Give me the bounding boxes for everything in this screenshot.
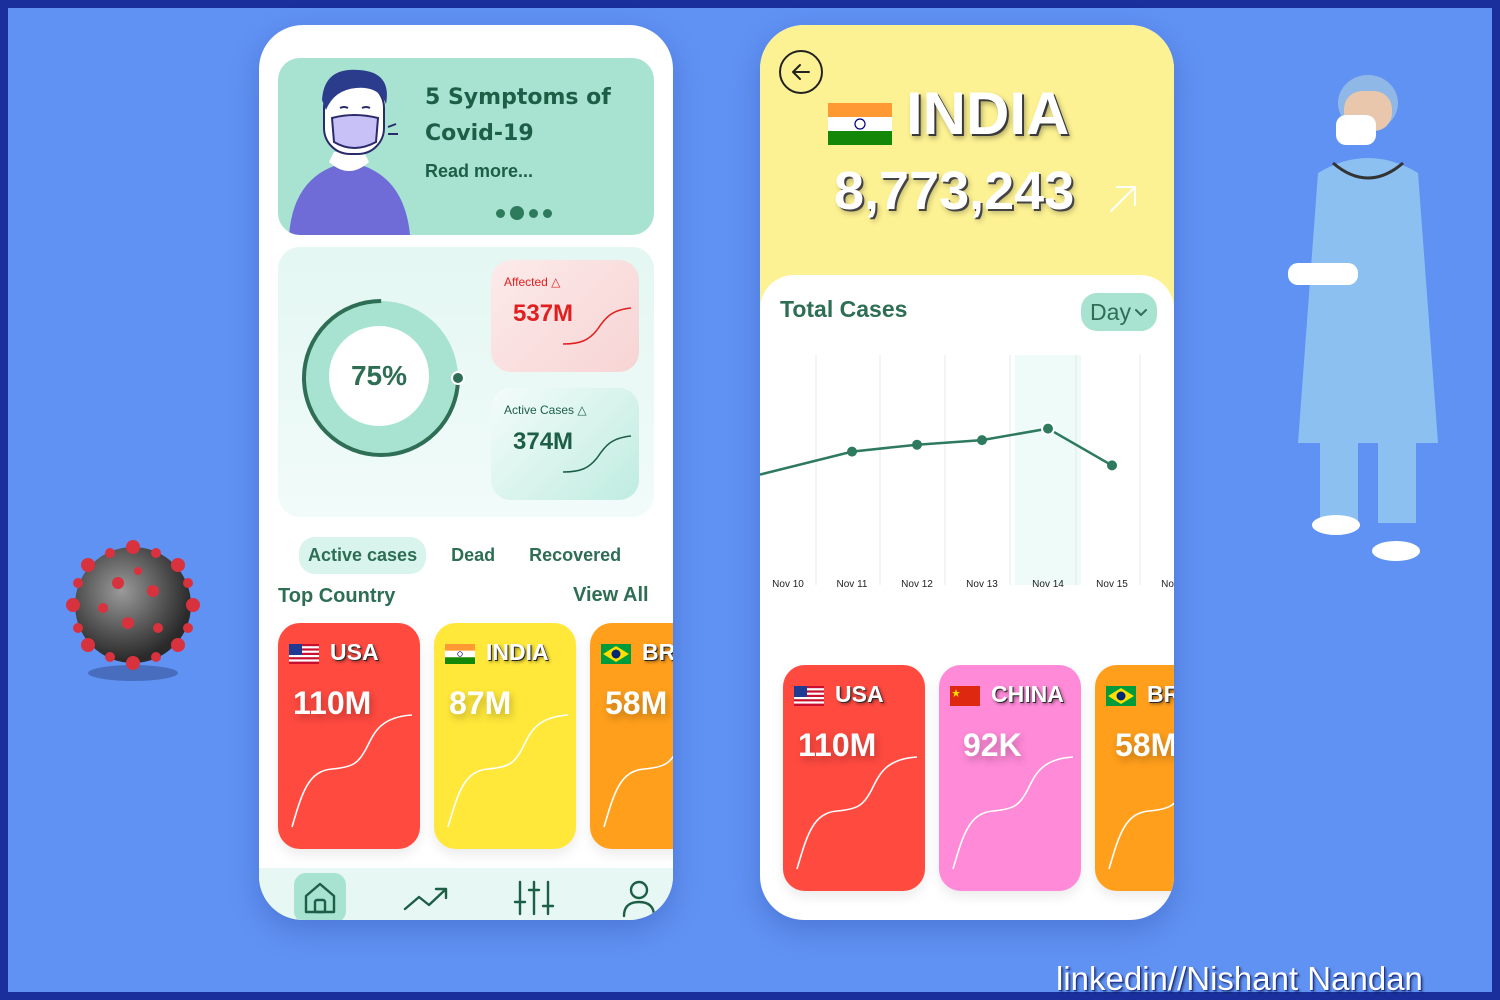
country-sparkline [603, 755, 673, 828]
carousel-dot[interactable] [529, 208, 538, 218]
country-name: INDIA [486, 639, 549, 665]
country-card-india[interactable]: INDIA 87M [434, 623, 576, 849]
top-country-title: Top Country [278, 585, 396, 607]
data-point[interactable] [1041, 421, 1055, 436]
stats-panel: 75% Affected △ 537M Active Cases △ 374M [278, 247, 654, 517]
total-cases-panel: Total Cases Day Nov 10 Nov 11 Nov 12 Nov 13… [760, 275, 1174, 615]
case-type-tabs: Active cases Dead Recovered [299, 537, 630, 574]
triangle-up-icon: △ [551, 275, 561, 289]
tab-active-cases[interactable]: Active cases [299, 537, 427, 574]
doctor-illustration [1288, 75, 1438, 561]
data-point[interactable] [977, 435, 987, 446]
country-sparkline [1108, 802, 1174, 870]
data-point[interactable] [1107, 460, 1117, 471]
carousel-dot[interactable] [496, 208, 505, 218]
read-more-link[interactable]: Read more... [425, 161, 533, 182]
chevron-down-icon [1134, 309, 1147, 317]
carousel-dot-active[interactable] [510, 206, 524, 220]
x-tick-label: Nov 12 [901, 579, 933, 590]
back-button[interactable] [779, 50, 823, 94]
user-icon [622, 880, 656, 918]
us-flag-icon [289, 644, 319, 664]
arrow-up-right-icon [1110, 186, 1136, 212]
carousel-dot[interactable] [543, 208, 552, 218]
total-cases-count: 8,773,243 [834, 161, 1075, 221]
nav-profile[interactable] [613, 873, 665, 920]
tab-dead[interactable]: Dead [442, 537, 504, 574]
home-screen: 5 Symptoms of Covid-19 Read more... 75% … [259, 25, 673, 920]
country-card-usa[interactable]: USA 110M [783, 665, 925, 891]
country-title: INDIA [906, 80, 1070, 147]
view-all-link[interactable]: View All [573, 584, 649, 607]
country-sparkline [447, 714, 569, 828]
nav-trends[interactable] [400, 873, 452, 920]
country-sparkline [952, 756, 1074, 870]
country-detail-screen: INDIA 8,773,243 Total Cases Day Nov 10 No… [760, 25, 1174, 920]
active-cases-sparkline [562, 435, 632, 473]
country-card-usa[interactable]: USA 110M [278, 623, 420, 849]
data-point[interactable] [912, 439, 922, 450]
author-credit: linkedin//Nishant Nandan [1056, 960, 1423, 997]
tab-recovered[interactable]: Recovered [520, 537, 630, 574]
country-name: USA [330, 639, 379, 665]
x-tick-label: Nov 15 [1096, 579, 1128, 590]
trending-icon [403, 887, 448, 911]
x-tick-label: Nov [1161, 579, 1174, 590]
india-flag-icon [445, 644, 475, 664]
country-card-brazil[interactable]: BR 58M [590, 623, 673, 849]
brazil-flag-icon [601, 644, 631, 664]
active-cases-label: Active Cases △ [504, 403, 587, 417]
arrow-left-icon [792, 64, 810, 80]
country-sparkline [796, 756, 918, 870]
us-flag-icon [794, 686, 824, 706]
country-hero: INDIA 8,773,243 [760, 25, 1174, 315]
triangle-up-icon: △ [577, 403, 587, 417]
active-cases-card[interactable]: Active Cases △ 374M [491, 388, 639, 500]
highlighted-column [1015, 355, 1081, 585]
affected-label: Affected △ [504, 275, 561, 289]
progress-value: 75% [329, 326, 429, 426]
virus-illustration [66, 540, 200, 681]
total-cases-line-chart: Nov 10 Nov 11 Nov 12 Nov 13 Nov 14 Nov 15 Nov [760, 355, 1174, 590]
country-card-china[interactable]: CHINA 92K [939, 665, 1081, 891]
country-name: CHINA [991, 681, 1064, 707]
banner-title: 5 Symptoms of Covid-19 [425, 85, 611, 146]
period-dropdown[interactable]: Day [1081, 293, 1157, 331]
carousel-dots[interactable] [496, 206, 552, 220]
chart-title: Total Cases [780, 296, 908, 322]
nav-home[interactable] [294, 873, 346, 920]
country-name: BR [1147, 681, 1174, 707]
country-card-brazil[interactable]: BR 58M [1095, 665, 1174, 891]
x-tick-label: Nov 11 [837, 579, 868, 590]
affected-card[interactable]: Affected △ 537M [491, 260, 639, 372]
x-tick-label: Nov 10 [772, 579, 804, 590]
symptoms-banner[interactable]: 5 Symptoms of Covid-19 Read more... [278, 58, 654, 235]
country-name: BR [642, 639, 673, 665]
x-tick-label: Nov 13 [966, 579, 998, 590]
background-canvas: linkedin//Nishant Nandan [8, 8, 1492, 997]
masked-person-illustration [289, 69, 410, 235]
data-point[interactable] [847, 446, 857, 457]
nav-filters[interactable] [508, 873, 560, 920]
india-flag-icon [828, 103, 892, 145]
x-tick-label: Nov 14 [1032, 579, 1064, 590]
period-value: Day [1090, 298, 1131, 325]
sliders-icon [513, 880, 555, 916]
brazil-flag-icon [1106, 686, 1136, 706]
country-sparkline [291, 714, 413, 828]
country-name: USA [835, 681, 884, 707]
bottom-navigation [259, 868, 673, 920]
china-flag-icon [950, 686, 980, 706]
home-icon [304, 882, 336, 914]
affected-sparkline [562, 307, 632, 345]
